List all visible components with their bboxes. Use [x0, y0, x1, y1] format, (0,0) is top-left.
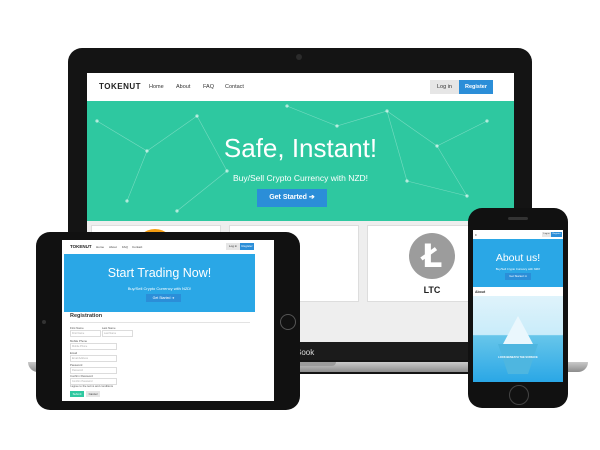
tablet-screen: TOKENUT Home About FAQ Contact Log in Re…: [62, 240, 274, 401]
iceberg-icon: [503, 316, 533, 344]
login-button[interactable]: Log in: [542, 232, 551, 237]
tablet-navbar: TOKENUT Home About FAQ Contact Log in Re…: [62, 240, 274, 254]
nav-home-link[interactable]: Home: [149, 84, 164, 90]
terms-checkbox[interactable]: I agree to the terms and conditions: [70, 384, 113, 388]
register-button[interactable]: Register: [551, 232, 562, 237]
tablet-camera: [42, 320, 46, 324]
hero-title: Safe, Instant!: [223, 133, 378, 163]
hero-subtitle: Buy/Sell Crypto Currency with NZD!: [127, 286, 192, 291]
laptop-navbar: TOKENUT Home About FAQ Contact Log in Re…: [87, 73, 514, 101]
brand-logo[interactable]: TOKENUT: [70, 244, 92, 249]
submit-button[interactable]: Submit: [70, 391, 84, 397]
registration-title: Registration: [70, 313, 103, 319]
mobile-field[interactable]: Mobile Phone: [70, 343, 117, 350]
nav-faq-link[interactable]: FAQ: [122, 245, 128, 249]
get-started-button[interactable]: Get Started ➔: [146, 294, 181, 302]
phone-navbar: ≡ Log in Register: [473, 230, 563, 239]
register-button[interactable]: Register: [459, 80, 493, 94]
login-button[interactable]: Log in: [226, 243, 240, 250]
nav-faq-link[interactable]: FAQ: [203, 84, 214, 90]
about-section-title: About: [475, 290, 486, 294]
phone-speaker: [508, 217, 528, 220]
iceberg-underwater-icon: [498, 344, 538, 374]
phone-screen: ≡ Log in Register About us! Buy/Sell Cry…: [473, 230, 563, 382]
litecoin-icon: Ł: [409, 233, 455, 279]
nav-about-link[interactable]: About: [176, 84, 190, 90]
last-name-field[interactable]: Last Name: [102, 330, 133, 337]
promo-text: LOOK BENEATH THE SURFACE: [498, 356, 538, 359]
tablet-home-button[interactable]: [280, 314, 296, 330]
first-name-field[interactable]: First Name: [70, 330, 101, 337]
nav-contact-link[interactable]: Contact: [132, 245, 142, 249]
menu-icon[interactable]: ≡: [475, 233, 477, 237]
nav-about-link[interactable]: About: [109, 245, 117, 249]
get-started-button[interactable]: Get Started ➔: [505, 273, 531, 280]
tablet-hero: Start Trading Now! Buy/Sell Crypto Curre…: [64, 254, 255, 312]
password-field[interactable]: Password: [70, 367, 117, 374]
phone-hero: About us! Buy/Sell Crypto Currency with …: [473, 239, 563, 287]
get-started-button[interactable]: Get Started ➔: [257, 189, 327, 207]
iceberg-promo-image: LOOK BENEATH THE SURFACE: [473, 296, 563, 382]
nav-contact-link[interactable]: Contact: [225, 84, 244, 90]
cancel-button[interactable]: Cancel: [86, 391, 100, 397]
hero-title: About us!: [495, 252, 541, 264]
register-button[interactable]: Register: [240, 243, 254, 250]
hero-title: Start Trading Now!: [107, 266, 212, 280]
hero-subtitle: Buy/Sell Crypto Currency with NZD!: [232, 173, 369, 183]
coin-label: LTC: [423, 285, 441, 295]
laptop-camera: [296, 54, 302, 60]
laptop-hero: Safe, Instant! Buy/Sell Crypto Currency …: [87, 101, 514, 221]
divider: [70, 322, 250, 323]
nav-home-link[interactable]: Home: [96, 245, 104, 249]
phone-home-button[interactable]: [509, 385, 529, 405]
login-button[interactable]: Log in: [430, 80, 459, 94]
hero-subtitle: Buy/Sell Crypto Currency with NZD!: [495, 267, 541, 271]
email-field[interactable]: Email Address: [70, 355, 117, 362]
brand-logo[interactable]: TOKENUT: [99, 82, 141, 91]
